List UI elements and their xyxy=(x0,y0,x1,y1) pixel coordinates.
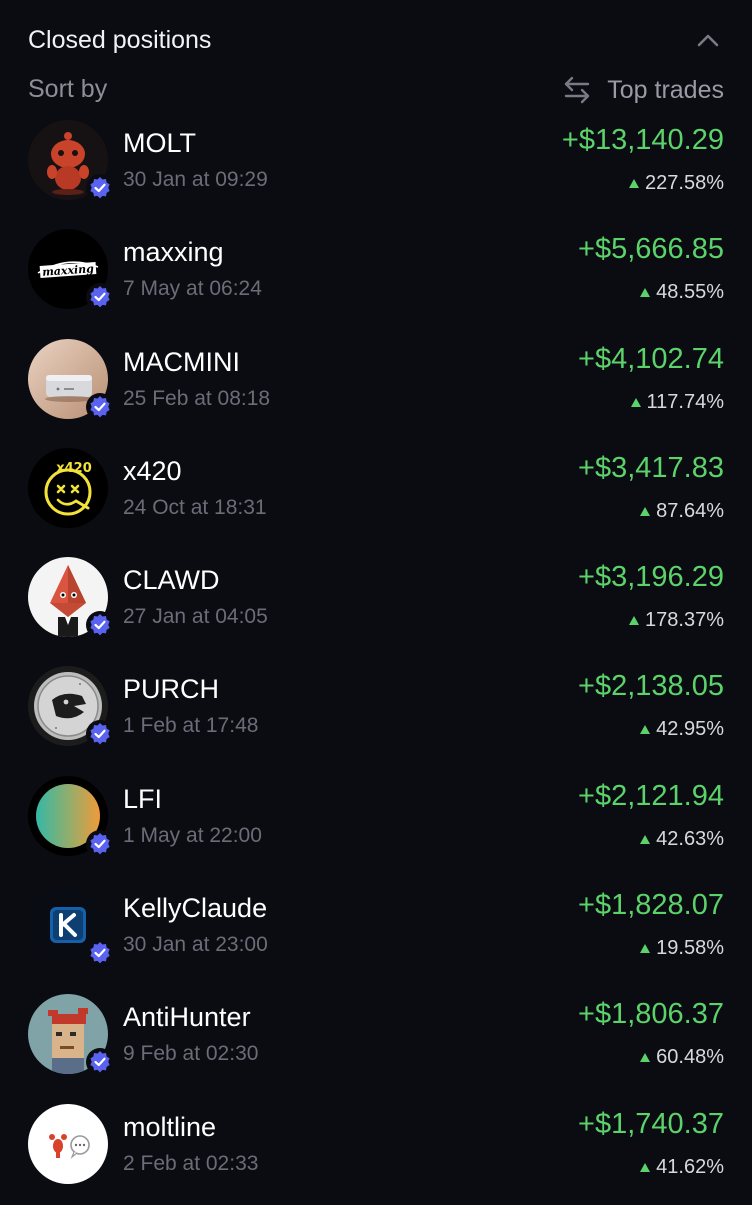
pnl-amount: +$5,666.85 xyxy=(578,233,724,266)
x420-avatar: x420 xyxy=(28,447,108,528)
verified-badge-icon xyxy=(86,829,114,858)
verified-badge-icon xyxy=(86,939,114,968)
up-triangle-icon xyxy=(640,725,651,735)
position-row[interactable]: maxxing maxxing 7 May at 06:24 +$5,666.8… xyxy=(0,221,752,330)
token-name: moltline xyxy=(123,1111,217,1142)
token-name: maxxing xyxy=(123,237,224,268)
pnl-amount: +$2,138.05 xyxy=(578,670,724,703)
moltline-avatar xyxy=(28,1103,108,1184)
swap-arrows-icon xyxy=(561,74,593,106)
pnl-percent: 41.62% xyxy=(640,1156,724,1179)
positions-list: MOLT 30 Jan at 09:29 +$13,140.29 227.58%… xyxy=(0,112,752,1205)
position-row[interactable]: KellyClaude 30 Jan at 23:00 +$1,828.07 1… xyxy=(0,877,752,986)
position-row[interactable]: x420 x420 24 Oct at 18:31 +$3,417.83 87.… xyxy=(0,440,752,549)
position-row[interactable]: MACMINI 25 Feb at 08:18 +$4,102.74 117.7… xyxy=(0,331,752,440)
sort-bar: Sort by Top trades xyxy=(28,72,724,108)
pnl-percent: 19.58% xyxy=(640,937,724,960)
closed-positions-panel: Closed positions Sort by Top trades MOLT… xyxy=(0,0,752,1199)
svg-text:x420: x420 xyxy=(56,461,92,476)
sort-value: Top trades xyxy=(607,75,724,104)
close-date: 27 Jan at 04:05 xyxy=(123,605,268,629)
position-row[interactable]: moltline 2 Feb at 02:33 +$1,740.37 41.62… xyxy=(0,1096,752,1205)
close-date: 24 Oct at 18:31 xyxy=(123,495,267,519)
pnl-percent-value: 19.58% xyxy=(656,937,724,960)
collapse-button[interactable] xyxy=(694,26,722,54)
pnl-percent: 48.55% xyxy=(640,281,724,304)
pnl-amount: +$3,417.83 xyxy=(578,451,724,484)
pnl-percent-value: 41.62% xyxy=(656,1155,724,1178)
close-date: 30 Jan at 23:00 xyxy=(123,933,268,957)
pnl-amount: +$2,121.94 xyxy=(578,779,724,812)
pnl-percent-value: 42.95% xyxy=(656,718,724,741)
verified-badge-icon xyxy=(86,611,114,640)
pnl-amount: +$1,806.37 xyxy=(578,998,724,1031)
close-date: 1 Feb at 17:48 xyxy=(123,714,259,738)
close-date: 30 Jan at 09:29 xyxy=(123,168,268,191)
chevron-up-icon xyxy=(697,34,719,47)
up-triangle-icon xyxy=(630,397,641,407)
pnl-percent: 178.37% xyxy=(629,609,724,632)
pnl-percent-value: 48.55% xyxy=(656,281,724,304)
pnl-percent-value: 60.48% xyxy=(656,1046,724,1069)
pnl-percent-value: 227.58% xyxy=(645,172,724,194)
verified-badge-icon xyxy=(86,174,114,202)
up-triangle-icon xyxy=(640,288,651,298)
verified-badge-icon xyxy=(86,1048,114,1077)
panel-title: Closed positions xyxy=(28,26,212,54)
up-triangle-icon xyxy=(640,1162,651,1172)
pnl-percent: 42.63% xyxy=(640,828,724,851)
position-row[interactable]: PURCH 1 Feb at 17:48 +$2,138.05 42.95% xyxy=(0,658,752,767)
position-row[interactable]: CLAWD 27 Jan at 04:05 +$3,196.29 178.37% xyxy=(0,549,752,658)
pnl-percent: 87.64% xyxy=(640,500,724,523)
verified-badge-icon xyxy=(86,283,114,312)
position-row[interactable]: MOLT 30 Jan at 09:29 +$13,140.29 227.58% xyxy=(0,112,752,221)
verified-badge-icon xyxy=(86,720,114,749)
close-date: 25 Feb at 08:18 xyxy=(123,386,271,410)
token-name: CLAWD xyxy=(123,565,220,596)
token-name: PURCH xyxy=(123,674,220,705)
token-name: KellyClaude xyxy=(123,893,268,924)
pnl-percent-value: 178.37% xyxy=(645,609,724,632)
token-name: LFI xyxy=(123,783,163,814)
position-row[interactable]: AntiHunter 9 Feb at 02:30 +$1,806.37 60.… xyxy=(0,986,752,1095)
position-row[interactable]: LFI 1 May at 22:00 +$2,121.94 42.63% xyxy=(0,768,752,877)
token-name: AntiHunter xyxy=(123,1002,251,1033)
up-triangle-icon xyxy=(640,1053,651,1063)
pnl-amount: +$13,140.29 xyxy=(561,124,724,156)
sort-by-label: Sort by xyxy=(28,75,108,103)
token-name: MOLT xyxy=(123,128,196,158)
close-date: 9 Feb at 02:30 xyxy=(123,1042,259,1066)
pnl-percent: 227.58% xyxy=(629,172,724,195)
pnl-amount: +$4,102.74 xyxy=(578,342,724,375)
token-name: MACMINI xyxy=(123,346,240,377)
close-date: 2 Feb at 02:33 xyxy=(123,1151,259,1175)
up-triangle-icon xyxy=(640,944,651,954)
pnl-amount: +$3,196.29 xyxy=(578,561,724,594)
pnl-percent-value: 42.63% xyxy=(656,827,724,850)
panel-header: Closed positions xyxy=(28,24,724,60)
pnl-amount: +$1,740.37 xyxy=(578,1107,724,1140)
up-triangle-icon xyxy=(629,179,640,188)
close-date: 7 May at 06:24 xyxy=(123,277,262,301)
pnl-percent-value: 87.64% xyxy=(656,499,724,522)
pnl-percent: 60.48% xyxy=(640,1046,724,1069)
sort-selector[interactable]: Top trades xyxy=(561,72,724,108)
up-triangle-icon xyxy=(640,834,651,844)
up-triangle-icon xyxy=(629,616,640,626)
token-name: x420 xyxy=(123,455,182,486)
verified-badge-icon xyxy=(86,392,114,421)
pnl-amount: +$1,828.07 xyxy=(578,889,724,922)
pnl-percent: 117.74% xyxy=(630,390,724,414)
pnl-percent: 42.95% xyxy=(640,718,724,741)
pnl-percent-value: 117.74% xyxy=(646,390,724,413)
close-date: 1 May at 22:00 xyxy=(123,823,262,847)
up-triangle-icon xyxy=(640,506,651,516)
